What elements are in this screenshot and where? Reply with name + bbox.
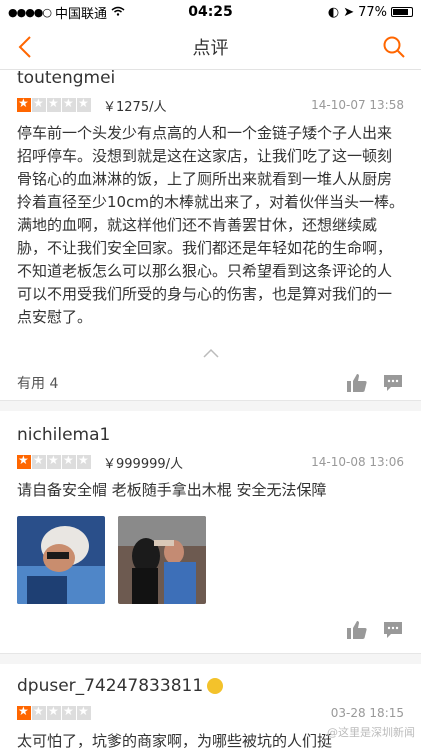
vip-badge-icon: [207, 678, 224, 694]
review-username: dpuser_74247833811: [17, 676, 204, 696]
star-icon: [17, 453, 31, 469]
back-button[interactable]: [10, 32, 40, 62]
review-photo[interactable]: [17, 516, 105, 604]
useful-count: 有用 4: [17, 376, 59, 392]
review-footer: 有用 4: [17, 371, 404, 395]
comment-icon[interactable]: [382, 373, 404, 393]
watermark: @这里是深圳新闻: [327, 726, 415, 739]
status-time: 04:25: [188, 4, 233, 20]
star-rating: [17, 453, 91, 469]
star-rating: [17, 704, 91, 720]
status-right: ◐ ➤ 77%: [328, 5, 413, 20]
star-icon: [77, 96, 91, 112]
review-list[interactable]: toutengmei ￥1275/人 14-10-07 13:58 停车前一个头…: [0, 70, 421, 750]
star-icon: [47, 96, 61, 112]
chevron-up-icon: [202, 348, 219, 358]
review-photos: [17, 516, 404, 604]
star-icon: [17, 96, 31, 112]
nav-bar: 点评: [0, 24, 421, 70]
star-rating: [17, 96, 91, 112]
star-icon: [62, 453, 76, 469]
review-date: 14-10-08 13:06: [311, 455, 404, 469]
star-icon: [77, 453, 91, 469]
review-meta: ￥1275/人 14-10-07 13:58: [17, 96, 404, 115]
star-icon: [32, 96, 46, 112]
carrier-label: 中国联通: [55, 6, 108, 22]
search-button[interactable]: [379, 32, 409, 62]
review-date: 03-28 18:15: [330, 706, 404, 720]
thumbs-up-icon[interactable]: [346, 373, 368, 393]
search-icon: [383, 36, 405, 58]
review-date: 14-10-07 13:58: [311, 98, 404, 112]
star-icon: [47, 453, 61, 469]
price-per-person: ￥1275/人: [103, 99, 167, 115]
battery-label: 77%: [358, 4, 387, 20]
status-bar: ●●●●○ 中国联通 04:25 ◐ ➤ 77%: [0, 0, 421, 24]
collapse-button[interactable]: [17, 343, 404, 358]
location-icon: ➤: [343, 4, 355, 20]
star-icon: [17, 704, 31, 720]
review-text: 停车前一个头发少有点高的人和一个金链子矮个子人出来招呼停车。没想到就是这在这家店…: [17, 124, 404, 326]
review-item: toutengmei ￥1275/人 14-10-07 13:58 停车前一个头…: [0, 70, 421, 401]
review-text: 请自备安全帽 老板随手拿出木棍 安全无法保障: [17, 481, 327, 499]
star-icon: [32, 453, 46, 469]
rotation-lock-icon: ◐: [327, 4, 340, 20]
price-per-person: ￥999999/人: [103, 456, 184, 472]
review-meta: 03-28 18:15: [17, 704, 404, 722]
review-item: nichilema1 ￥999999/人 14-10-08 13:06 请自备安…: [0, 411, 421, 654]
review-photo[interactable]: [118, 516, 206, 604]
back-chevron-icon: [18, 36, 31, 58]
star-icon: [62, 96, 76, 112]
star-icon: [32, 704, 46, 720]
status-left: ●●●●○ 中国联通: [8, 3, 125, 22]
star-icon: [47, 704, 61, 720]
star-icon: [77, 704, 91, 720]
review-username[interactable]: nichilema1: [17, 423, 404, 447]
comment-icon[interactable]: [382, 620, 404, 640]
review-meta: ￥999999/人 14-10-08 13:06: [17, 453, 404, 472]
signal-icon: ●●●●○: [8, 5, 52, 19]
page-title: 点评: [192, 37, 229, 59]
thumbs-up-icon[interactable]: [346, 620, 368, 640]
battery-icon: [391, 7, 413, 17]
wifi-icon: [111, 5, 125, 20]
review-actions: [346, 373, 404, 393]
review-actions: [17, 620, 404, 640]
star-icon: [62, 704, 76, 720]
review-username-row[interactable]: dpuser_74247833811: [17, 674, 404, 698]
review-username[interactable]: toutengmei: [17, 70, 404, 90]
